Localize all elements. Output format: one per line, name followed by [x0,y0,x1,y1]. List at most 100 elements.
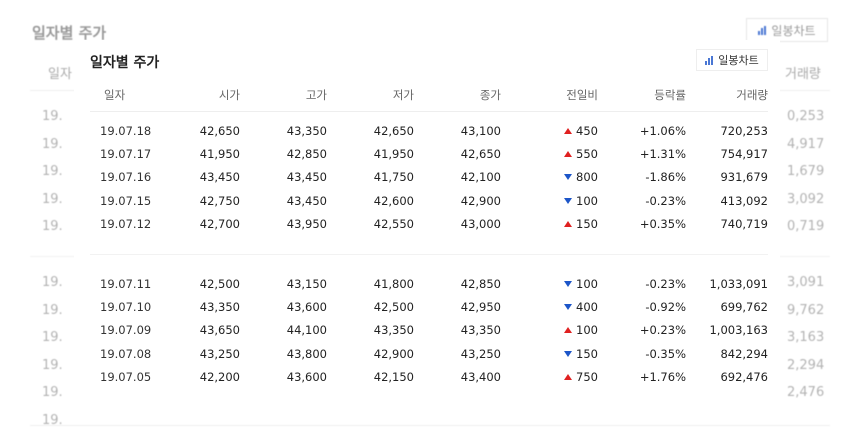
cell-high: 43,450 [286,170,327,185]
cell-open: 41,950 [199,147,240,162]
bg-volume-cell: 2,476 [787,385,825,401]
cell-change: 750 [501,366,598,389]
cell-date: 19.07.08 [100,346,152,361]
change-value: 750 [576,370,598,385]
col-header-volume: 거래량 [686,78,768,112]
cell-rate: +0.23% [639,323,686,338]
bg-volume-cell: 2,294 [787,357,825,373]
cell-volume: 931,679 [720,170,768,185]
cell-low: 42,650 [373,123,414,138]
cell-high: 43,350 [286,123,327,138]
bg-date-cell: 19.0 [42,219,62,235]
cell-date: 19.07.15 [100,193,152,208]
bg-volume-cell: 3,163 [787,330,825,346]
cell-volume: 720,253 [720,123,768,138]
bg-daily-chart-button[interactable]: 일봉차트 [746,18,828,42]
table-row: 19.07.17 41,950 42,850 41,950 42,650 550 +1.31… [90,142,768,165]
cell-high: 43,600 [286,370,327,385]
cell-rate: -0.35% [645,346,686,361]
change-value: 800 [576,170,598,185]
cell-volume: 1,033,091 [709,276,768,291]
cell-change: 150 [501,342,598,365]
col-header-date: 일자 [90,78,174,112]
cell-high: 42,850 [286,147,327,162]
table-row: 19.07.05 42,200 43,600 42,150 43,400 750 +1.76… [90,366,768,389]
cell-close: 43,400 [460,370,501,385]
cell-date: 19.07.11 [100,276,152,291]
table-row: 19.07.09 43,650 44,100 43,350 43,350 100 +0.23… [90,319,768,342]
cell-low: 42,500 [373,300,414,315]
cell-low: 41,950 [373,147,414,162]
cell-rate: +0.35% [639,217,686,232]
bg-volume-cell: 9,762 [787,302,825,318]
change-value: 150 [576,346,598,361]
cell-volume: 754,917 [720,147,768,162]
table-row: 19.07.12 42,700 43,950 42,550 43,000 150 +0.35… [90,213,768,236]
bg-date-cell: 19.0 [42,385,62,401]
cell-low: 42,550 [373,217,414,232]
cell-open: 43,450 [199,170,240,185]
cell-low: 42,150 [373,370,414,385]
daily-price-table: 일자 시가 고가 저가 종가 전일비 등락률 거래량 19.07.18 42,65… [90,78,768,389]
cell-date: 19.07.09 [100,323,152,338]
cell-volume: 1,003,163 [709,323,768,338]
col-header-rate: 등락률 [598,78,686,112]
col-header-high: 고가 [240,78,327,112]
bg-date-cell: 19.0 [42,302,62,318]
cell-date: 19.07.10 [100,300,152,315]
triangle-up-icon [564,151,573,158]
col-header-close: 종가 [414,78,501,112]
cell-volume: 842,294 [720,346,768,361]
cell-volume: 692,476 [720,370,768,385]
table-row: 19.07.18 42,650 43,350 42,650 43,100 450 +1.06… [90,112,768,143]
bg-date-cell: 19.0 [42,330,62,346]
bg-date-cell: 19.0 [42,274,62,290]
cell-rate: +1.06% [639,123,686,138]
cell-volume: 699,762 [720,300,768,315]
col-header-low: 저가 [327,78,414,112]
cell-close: 43,250 [460,346,501,361]
col-header-open: 시가 [174,78,240,112]
daily-price-popup: 일자별 주가 일봉차트 일자 시가 고가 저가 종가 전일비 등락률 거래량 1… [74,40,780,390]
cell-close: 43,100 [460,123,501,138]
bg-header-volume: 거래량 [785,67,821,82]
daily-chart-label: 일봉차트 [718,54,759,67]
table-row: 19.07.11 42,500 43,150 41,800 42,850 100 -0.23… [90,265,768,295]
cell-open: 43,650 [199,323,240,338]
cell-change: 100 [501,319,598,342]
change-value: 150 [576,217,598,232]
cell-high: 43,800 [286,346,327,361]
bar-chart-icon [705,55,714,65]
bg-volume-cell: 1,679 [787,164,825,180]
cell-high: 43,150 [286,276,327,291]
cell-low: 41,800 [373,276,414,291]
bg-volume-cell: 0,253 [787,109,825,124]
cell-rate: -0.92% [645,300,686,315]
popup-title: 일자별 주가 [90,55,160,71]
cell-date: 19.07.17 [100,147,152,162]
triangle-down-icon [564,280,573,287]
cell-high: 43,450 [286,193,327,208]
cell-low: 42,900 [373,346,414,361]
cell-change: 150 [501,213,598,236]
cell-open: 42,650 [199,123,240,138]
cell-close: 42,850 [460,276,501,291]
triangle-down-icon [564,197,573,204]
cell-open: 42,750 [199,193,240,208]
cell-close: 42,900 [460,193,501,208]
cell-close: 42,950 [460,300,501,315]
cell-low: 41,750 [373,170,414,185]
triangle-up-icon [564,127,573,134]
cell-date: 19.07.12 [100,217,152,232]
bg-volume-column: 0,253 4,917 1,679 3,092 0,719 3,091 9,762 3,163… [787,108,824,412]
group-spacer [90,254,768,265]
cell-change: 550 [501,142,598,165]
cell-high: 44,100 [286,323,327,338]
change-value: 100 [576,193,598,208]
change-value: 400 [576,300,598,315]
cell-date: 19.07.05 [100,370,152,385]
bg-date-cell: 19.0 [42,109,62,124]
group-divider [90,235,768,255]
daily-chart-button[interactable]: 일봉차트 [696,49,768,71]
bg-volume-cell: 4,917 [787,136,825,152]
